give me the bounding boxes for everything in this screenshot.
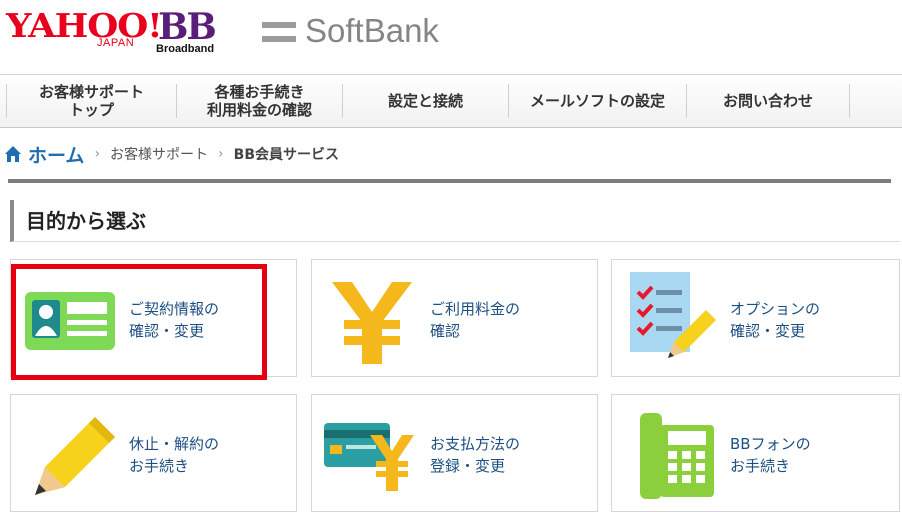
breadcrumb-separator: › bbox=[94, 146, 101, 162]
home-icon[interactable] bbox=[4, 145, 22, 163]
id-card-icon bbox=[25, 292, 115, 350]
softbank-bars-icon bbox=[262, 22, 296, 48]
nav-settings[interactable]: 設定と接続 bbox=[342, 84, 508, 118]
nav-support-top[interactable]: お客様サポート トップ bbox=[6, 83, 176, 119]
tile-contract-info[interactable]: ご契約情報の 確認・変更 bbox=[10, 259, 297, 377]
breadcrumb-home[interactable]: ホーム bbox=[28, 141, 84, 168]
phone-icon bbox=[640, 413, 714, 499]
breadcrumb-separator: › bbox=[218, 146, 224, 162]
tile-payment-method[interactable]: お支払方法の 登録・変更 bbox=[311, 394, 598, 512]
breadcrumb-current: BB会員サービス bbox=[233, 147, 339, 163]
section-title: 目的から選ぶ bbox=[10, 200, 900, 242]
bb-logo[interactable]: BB bbox=[158, 6, 217, 48]
divider bbox=[8, 179, 891, 183]
broadband-sublabel: Broadband bbox=[156, 43, 215, 55]
yen-icon bbox=[332, 282, 412, 364]
yahoo-logo[interactable]: YAHOO! bbox=[6, 6, 163, 45]
tile-label: ご利用料金の 確認 bbox=[430, 300, 521, 340]
breadcrumb: ホーム › お客様サポート › BB会員サービス bbox=[4, 141, 339, 167]
nav-procedures[interactable]: 各種お手続き 利用料金の確認 bbox=[176, 83, 342, 119]
breadcrumb-support[interactable]: お客様サポート bbox=[110, 144, 208, 164]
tile-label: ご契約情報の 確認・変更 bbox=[129, 300, 220, 340]
pencil-icon bbox=[35, 417, 115, 495]
yahoo-japan-sublabel: JAPAN bbox=[97, 37, 135, 49]
tile-billing[interactable]: ご利用料金の 確認 bbox=[311, 259, 598, 377]
tile-label: お支払方法の 登録・変更 bbox=[430, 435, 521, 475]
tile-suspend-cancel[interactable]: 休止・解約の お手続き bbox=[10, 394, 297, 512]
global-nav: お客様サポート トップ 各種お手続き 利用料金の確認 設定と接続 メールソフトの… bbox=[0, 74, 902, 128]
site-header: YAHOO! JAPAN BB Broadband SoftBank bbox=[0, 0, 902, 72]
card-yen-icon bbox=[324, 423, 414, 491]
nav-contact[interactable]: お問い合わせ bbox=[686, 84, 850, 118]
nav-mail-settings[interactable]: メールソフトの設定 bbox=[508, 84, 686, 118]
checklist-pencil-icon bbox=[630, 272, 716, 358]
tile-label: オプションの 確認・変更 bbox=[730, 300, 821, 340]
softbank-logo[interactable]: SoftBank bbox=[305, 12, 439, 50]
tile-label: BBフォンの お手続き bbox=[730, 435, 811, 475]
tile-label: 休止・解約の お手続き bbox=[129, 435, 220, 475]
tile-options[interactable]: オプションの 確認・変更 bbox=[611, 259, 900, 377]
tile-bb-phone[interactable]: BBフォンの お手続き bbox=[611, 394, 900, 512]
